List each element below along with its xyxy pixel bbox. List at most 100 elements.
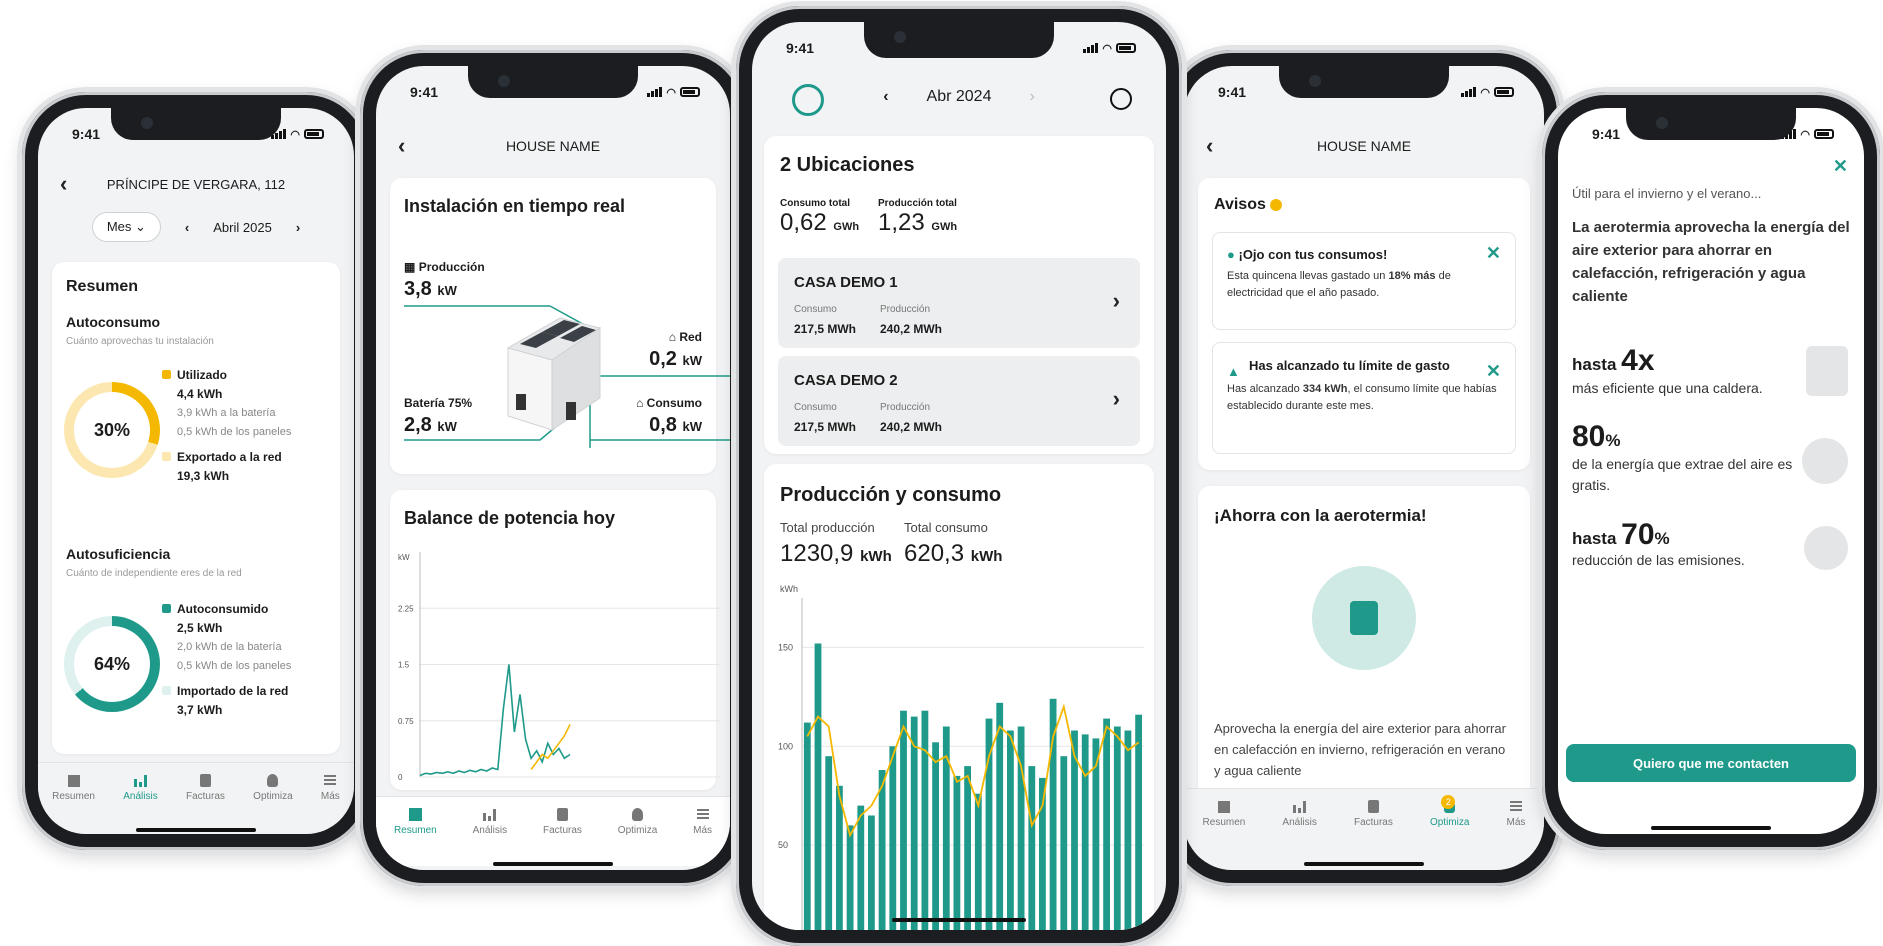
house-card-1[interactable]: CASA DEMO 1 Consumo 217,5 MWh Producción… <box>778 258 1140 348</box>
y-axis-unit: kWh <box>780 584 798 594</box>
battery-icon <box>1116 43 1136 53</box>
stat-emissions: hasta 70% reducción de las emisiones. <box>1572 518 1745 568</box>
bar <box>1124 730 1132 930</box>
tab-analisis[interactable]: Análisis <box>123 773 158 832</box>
page-title: HOUSE NAME <box>505 138 601 154</box>
bar <box>1103 718 1110 930</box>
signal-icon <box>1461 87 1477 97</box>
nav-bar: ‹ HOUSE NAME <box>1184 126 1544 166</box>
bar <box>1028 766 1036 930</box>
bar <box>1007 730 1014 930</box>
phone-alerts: 9:41 ◠ ‹ HOUSE NAME Avisos ● ¡Ojo con tus… <box>1168 50 1560 886</box>
alert-consumption: ● ¡Ojo con tus consumos! ✕ Esta quincena… <box>1212 232 1516 330</box>
house-card-2[interactable]: CASA DEMO 2 Consumo 217,5 MWh Producción… <box>778 356 1140 446</box>
legend-swatch <box>162 370 171 379</box>
next-month-button[interactable]: › <box>1029 88 1034 106</box>
invoice-icon <box>197 773 213 787</box>
notch <box>864 22 1054 58</box>
promo-card: ¡Ahorra con la aerotermia! Aprovecha la … <box>1198 486 1530 806</box>
profile-icon[interactable] <box>1110 88 1132 110</box>
back-button[interactable]: ‹ <box>1206 133 1213 159</box>
home-indicator <box>493 862 613 866</box>
menu-icon <box>322 773 338 787</box>
tab-mas[interactable]: Más <box>693 807 712 866</box>
alerts-title: Avisos <box>1214 196 1266 213</box>
invoice-icon <box>554 807 570 821</box>
prev-month-button[interactable]: ‹ <box>185 220 189 235</box>
alert2-text: Has alcanzado 334 kWh, el consumo límite… <box>1227 383 1497 412</box>
wifi-icon: ◠ <box>1800 128 1810 141</box>
y-tick-label: 100 <box>778 741 793 751</box>
balance-chart: kW 0 0.75 1.5 2.25 <box>398 552 720 782</box>
tab-facturas[interactable]: Facturas <box>186 773 225 832</box>
tab-analisis[interactable]: Análisis <box>473 807 507 866</box>
tab-facturas[interactable]: Facturas <box>543 807 582 866</box>
tab-analisis[interactable]: Análisis <box>1282 799 1317 858</box>
tab-resumen[interactable]: Resumen <box>52 773 95 832</box>
autosuficiencia-percent: 64% <box>74 626 150 702</box>
autosuficiencia-legend: Autoconsumido 2,5 kWh 2,0 kWh de la bate… <box>162 600 291 720</box>
realtime-card: Instalación en tiempo real ▦ Producción … <box>390 178 730 474</box>
y-tick-label: 0 <box>398 773 403 782</box>
bar <box>857 805 865 930</box>
tab-mas[interactable]: Más <box>1506 799 1525 858</box>
y-tick-label: 0.75 <box>398 717 414 726</box>
screen: 9:41 ◠ ‹ HOUSE NAME Instalación en tiempo… <box>376 66 730 870</box>
tab-optimiza[interactable]: Optimiza <box>253 773 293 832</box>
dashboard-icon <box>1216 799 1232 813</box>
bar <box>814 643 822 930</box>
page-title: PRÍNCIPE DE VERGARA, 112 <box>106 176 286 192</box>
screen: 9:41 ◠ ✕ Útil para el invierno y el veran… <box>1558 108 1864 834</box>
leaf-icon: ● <box>1227 247 1235 262</box>
close-icon[interactable]: ✕ <box>1486 243 1501 264</box>
close-icon[interactable]: ✕ <box>1486 361 1501 382</box>
bar <box>1135 714 1142 930</box>
alert2-title: Has alcanzado tu límite de gasto <box>1249 358 1450 373</box>
back-button[interactable]: ‹ <box>398 133 405 159</box>
wifi-icon: ◠ <box>290 128 300 141</box>
locations-card: 2 Ubicaciones Consumo total 0,62 GWh Prod… <box>764 136 1154 454</box>
tab-facturas[interactable]: Facturas <box>1354 799 1393 858</box>
dashboard-icon <box>407 807 423 821</box>
nav-bar: ‹ PRÍNCIPE DE VERGARA, 112 <box>38 164 354 204</box>
tab-optimiza[interactable]: Optimiza <box>618 807 657 866</box>
page-title: HOUSE NAME <box>1316 138 1412 154</box>
tab-resumen[interactable]: Resumen <box>394 807 437 866</box>
balance-card: Balance de potencia hoy kW 0 0.75 1.5 2.25 <box>390 490 720 790</box>
battery-icon <box>304 129 324 139</box>
contact-button[interactable]: Quiero que me contacten <box>1566 744 1856 782</box>
y-tick-label: 150 <box>778 642 793 652</box>
status-time: 9:41 <box>1218 84 1247 100</box>
production-consumption-chart: kWh 50 100 150 <box>778 584 1144 930</box>
tab-resumen[interactable]: Resumen <box>1203 799 1245 858</box>
autosuficiencia-title: Autosuficiencia <box>66 546 171 562</box>
notch <box>111 108 281 140</box>
stat3-value: 70 <box>1621 518 1655 551</box>
tab-optimiza[interactable]: Optimiza 2 <box>1430 795 1469 858</box>
badge-check-icon <box>1802 438 1848 484</box>
wifi-icon: ◠ <box>666 86 676 99</box>
lead-text: La aerotermia aprovecha la energía del a… <box>1572 219 1850 305</box>
prev-month-button[interactable]: ‹ <box>883 88 888 106</box>
alert-dot-icon <box>1270 198 1283 211</box>
chevron-right-icon: › <box>1112 386 1120 411</box>
period-select[interactable]: Mes ⌄ <box>91 212 161 242</box>
next-month-button[interactable]: › <box>296 220 300 235</box>
prod-title: Producción y consumo <box>780 484 1002 506</box>
alert-limit: ▲ Has alcanzado tu límite de gasto ✕ Has … <box>1212 342 1516 454</box>
signal-icon <box>1083 43 1099 53</box>
summary-title: Resumen <box>66 278 139 295</box>
home-indicator <box>1651 826 1771 830</box>
building-icon <box>1806 346 1848 396</box>
tab-bar: Resumen Análisis Facturas Optimiza Más <box>38 762 354 832</box>
close-button[interactable]: ✕ <box>1833 156 1848 177</box>
period-row: Mes ⌄ ‹ Abril 2025 › <box>38 212 354 242</box>
bar <box>964 766 971 930</box>
tab-mas[interactable]: Más <box>321 773 340 832</box>
bar <box>921 710 929 930</box>
status-time: 9:41 <box>1592 126 1621 142</box>
alert1-title: ¡Ojo con tus consumos! <box>1238 247 1388 262</box>
home-indicator <box>136 828 256 832</box>
back-button[interactable]: ‹ <box>60 171 67 197</box>
status-time: 9:41 <box>410 84 439 100</box>
